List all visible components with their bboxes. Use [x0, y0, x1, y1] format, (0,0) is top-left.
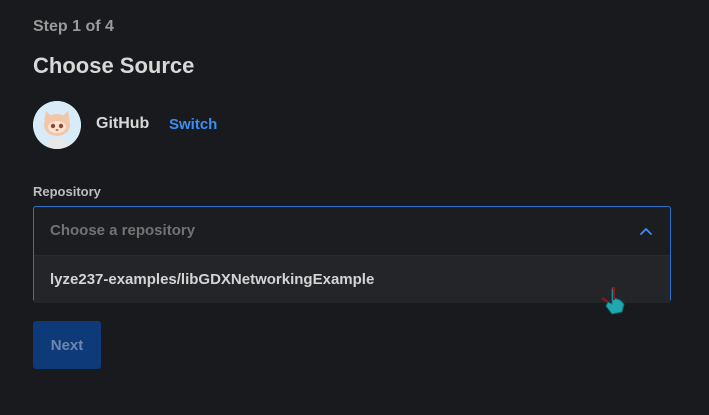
repository-option-label: lyze237-examples/libGDXNetworkingExample: [50, 271, 375, 288]
switch-provider-link[interactable]: Switch: [169, 116, 217, 133]
hand-cursor-icon: [601, 287, 625, 315]
repository-option[interactable]: lyze237-examples/libGDXNetworkingExample: [34, 256, 670, 303]
repository-select[interactable]: Choose a repository lyze237-examples/lib…: [33, 206, 671, 303]
chevron-up-icon[interactable]: [638, 223, 654, 239]
avatar: [33, 101, 81, 149]
repository-placeholder: Choose a repository: [50, 222, 196, 239]
next-button[interactable]: Next: [33, 321, 101, 369]
source-provider-name: GitHub: [96, 115, 150, 132]
repository-select-control[interactable]: Choose a repository: [34, 207, 670, 256]
repository-label: Repository: [33, 184, 101, 199]
octocat-avatar-icon: [33, 101, 81, 149]
page-title: Choose Source: [33, 53, 195, 78]
step-indicator: Step 1 of 4: [33, 18, 114, 35]
